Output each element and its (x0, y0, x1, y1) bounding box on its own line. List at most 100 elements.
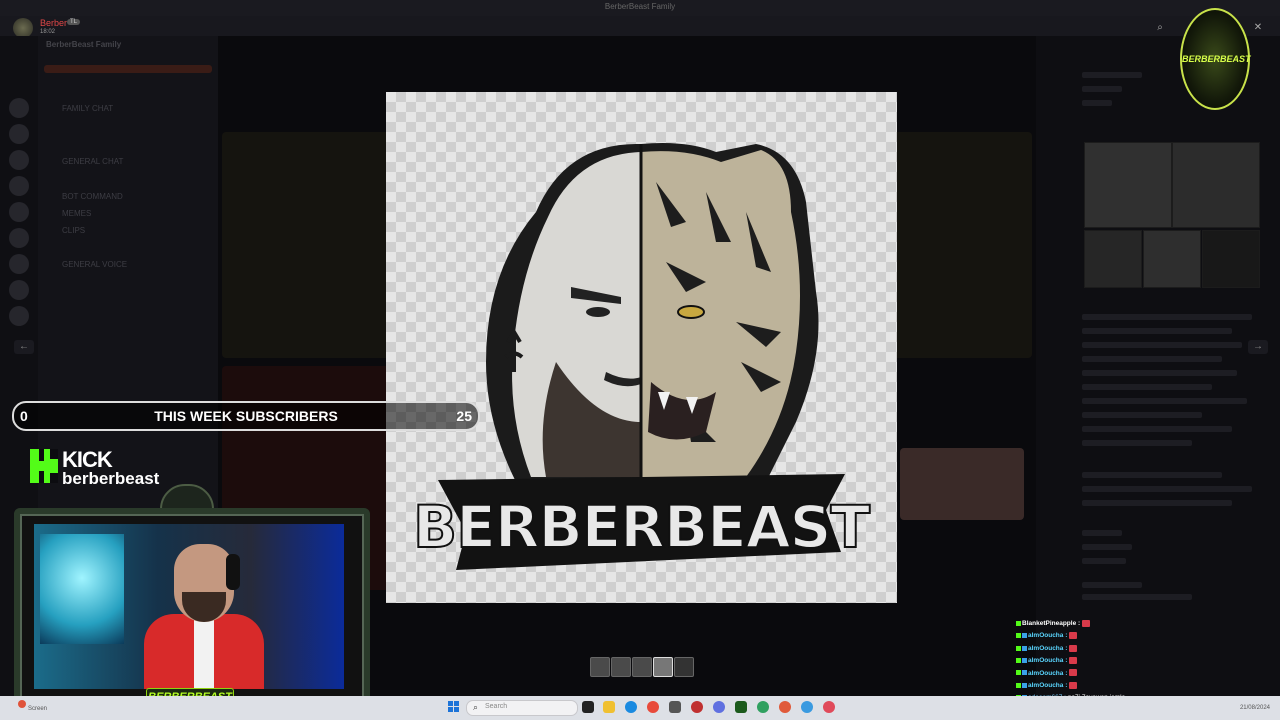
emote-icon (1069, 681, 1078, 689)
emote-icon (1069, 669, 1078, 677)
server-icon[interactable] (9, 228, 29, 248)
taskbar-search[interactable]: ⌕ Search (466, 700, 578, 716)
subscriber-goal-current: 0 (20, 408, 28, 424)
thumbnail[interactable] (611, 657, 631, 677)
chat-message: BlanketPineapple : (1016, 618, 1186, 630)
tiger-eye (677, 305, 705, 319)
headset-icon (226, 554, 240, 590)
subscriber-badge-icon (1022, 657, 1027, 663)
embed-card (900, 448, 1024, 520)
weather-icon[interactable] (18, 700, 26, 708)
chrome-icon[interactable] (757, 701, 769, 713)
kick-badge-icon (1016, 682, 1021, 688)
server-icon[interactable] (9, 150, 29, 170)
search-icon: ⌕ (473, 702, 479, 712)
chat-username: BlanketPineapple : (1022, 620, 1081, 627)
close-icon[interactable]: ✕ (1250, 20, 1266, 36)
discord-icon[interactable] (713, 701, 725, 713)
chat-username: almOoucha : (1028, 669, 1068, 677)
thumbnail[interactable] (674, 657, 694, 677)
thumbnail-active[interactable] (653, 657, 673, 677)
image-gallery (1084, 142, 1260, 288)
channel-emblem: BERBERBEAST (1180, 8, 1251, 110)
channel-item[interactable]: BOT COMMAND (62, 192, 123, 201)
server-icon[interactable] (9, 98, 29, 118)
chat-message: almOoucha : (1016, 630, 1186, 642)
chat-username: almOoucha : (1028, 657, 1068, 665)
window-header (0, 16, 1280, 36)
channel-banner (44, 65, 212, 73)
subscriber-goal-bar: THIS WEEK SUBSCRIBERS 0 25 (12, 401, 480, 431)
taskbar-clock: 21/08/2024 (1239, 705, 1270, 711)
subscriber-goal-title: THIS WEEK SUBSCRIBERS (154, 408, 338, 424)
chrome-icon[interactable] (801, 701, 813, 713)
server-name[interactable]: BerberBeast Family (46, 40, 121, 49)
chat-username: almOoucha : (1028, 681, 1068, 689)
username: Berber (40, 18, 68, 28)
chrome-icon[interactable] (823, 701, 835, 713)
channel-item[interactable]: FAMILY CHAT (62, 104, 113, 113)
kick-app-icon[interactable] (735, 701, 747, 713)
search-icon[interactable]: ⌕ (1152, 20, 1168, 36)
kick-badge-icon (1016, 620, 1021, 626)
subscriber-badge-icon (1022, 633, 1027, 639)
file-explorer-icon[interactable] (603, 701, 615, 713)
chat-message: almOoucha : (1016, 643, 1186, 655)
image-preview[interactable]: BERBERBEAST (386, 92, 897, 603)
next-image-button[interactable]: → (1248, 340, 1268, 354)
kick-badge-icon (1016, 645, 1021, 651)
webcam-feed (34, 524, 344, 689)
monitor (40, 534, 124, 644)
server-icon[interactable] (9, 202, 29, 222)
kick-username: berberbeast (62, 469, 160, 488)
chat-username: almOoucha : (1028, 632, 1068, 640)
edge-icon[interactable] (625, 701, 637, 713)
emblem-text: BERBERBEAST (1182, 54, 1251, 64)
server-icon[interactable] (9, 176, 29, 196)
channel-item[interactable]: MEMES (62, 209, 91, 218)
start-button[interactable] (448, 701, 460, 713)
thumbnail[interactable] (632, 657, 652, 677)
app-icon[interactable] (669, 701, 681, 713)
user-badge: TL (67, 19, 81, 25)
server-icon[interactable] (9, 254, 29, 274)
chat-message: almOoucha : (1016, 680, 1186, 692)
channel-item[interactable]: CLIPS (62, 226, 85, 235)
chrome-icon[interactable] (779, 701, 791, 713)
window-title: BerberBeast Family (604, 2, 676, 11)
obs-icon[interactable] (691, 701, 703, 713)
server-icon[interactable] (9, 124, 29, 144)
thumbnail[interactable] (590, 657, 610, 677)
emote-icon (1069, 644, 1078, 652)
chat-username: almOoucha : (1028, 644, 1068, 652)
prev-image-button[interactable]: ← (14, 340, 34, 354)
chat-message: almOoucha : (1016, 655, 1186, 667)
channel-item[interactable]: GENERAL CHAT (62, 157, 123, 166)
taskview-icon[interactable] (582, 701, 594, 713)
avatar[interactable] (13, 18, 33, 38)
search-placeholder: Search (485, 703, 508, 710)
kick-badge-icon (1016, 657, 1021, 663)
taskbar: Screen ⌕ Search 21/08/2024 (0, 696, 1280, 720)
kick-badge-icon (1016, 633, 1021, 639)
kick-badge-icon (1016, 670, 1021, 676)
server-icon[interactable] (9, 280, 29, 300)
emote-icon (1069, 656, 1078, 664)
emote-icon (1069, 632, 1078, 640)
logo-text: BERBERBEAST (413, 493, 870, 561)
chrome-icon[interactable] (647, 701, 659, 713)
timestamp: 18:02 (40, 29, 56, 35)
kick-logo-icon (30, 449, 58, 483)
channel-item[interactable]: GENERAL VOICE (62, 260, 127, 269)
subscriber-goal-target: 25 (456, 408, 472, 424)
server-icon[interactable] (9, 306, 29, 326)
subscriber-badge-icon (1022, 670, 1027, 676)
subscriber-badge-icon (1022, 645, 1027, 651)
weather-label: Screen (28, 706, 48, 712)
chat-message: almOoucha : (1016, 668, 1186, 680)
webcam-frame (14, 508, 370, 710)
subscriber-badge-icon (1022, 682, 1027, 688)
chat-overlay: BlanketPineapple : almOoucha : almOoucha :… (1016, 618, 1186, 705)
berberbeast-logo: BERBERBEAST (412, 143, 872, 570)
right-message-column (1036, 36, 1280, 696)
